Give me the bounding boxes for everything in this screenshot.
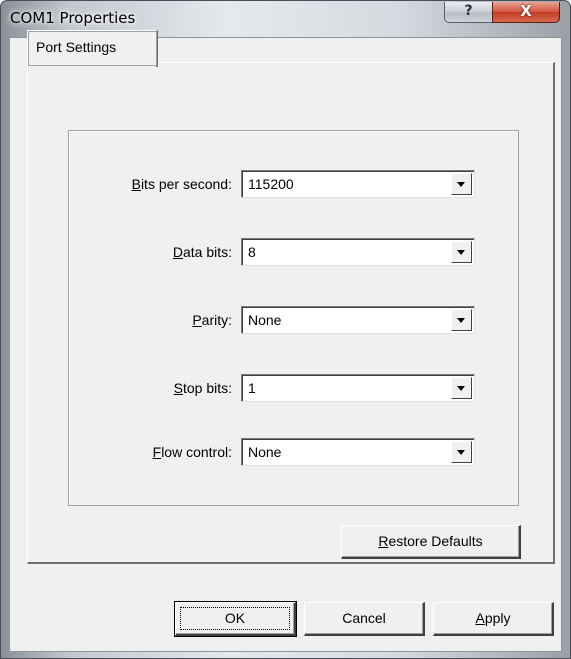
stop-bits-select[interactable]: 1	[241, 374, 475, 402]
dropdown-arrow-icon[interactable]	[451, 241, 472, 263]
flow-control-select[interactable]: None	[241, 438, 475, 466]
restore-defaults-button[interactable]: Restore Defaults	[341, 525, 521, 559]
combo-value: None	[248, 312, 282, 328]
dropdown-arrow-icon[interactable]	[451, 173, 472, 195]
parity-label: Parity:	[192, 312, 232, 328]
parity-select[interactable]: None	[241, 306, 475, 334]
help-button[interactable]: ?	[444, 2, 493, 23]
bits-per-second-select[interactable]: 115200	[241, 170, 475, 198]
combo-value: 1	[248, 380, 256, 396]
tab-label: Port Settings	[36, 39, 117, 55]
stop-bits-label: Stop bits:	[173, 380, 232, 396]
ok-button[interactable]: OK	[174, 601, 297, 637]
dropdown-arrow-icon[interactable]	[451, 309, 472, 331]
combo-value: 115200	[248, 176, 294, 192]
focus-rectangle	[180, 607, 290, 630]
window-title: COM1 Properties	[10, 9, 136, 27]
flow-control-label: Flow control:	[152, 444, 232, 460]
apply-button[interactable]: Apply	[433, 602, 554, 636]
data-bits-label: Data bits:	[172, 244, 232, 260]
tab-port-settings[interactable]: Port Settings	[27, 30, 158, 67]
data-bits-select[interactable]: 8	[241, 238, 475, 266]
cancel-button[interactable]: Cancel	[304, 602, 425, 636]
close-button[interactable]: X	[492, 2, 560, 23]
bits-per-second-label: Bits per second:	[131, 176, 232, 192]
combo-value: 8	[248, 244, 256, 260]
dropdown-arrow-icon[interactable]	[451, 377, 472, 399]
combo-value: None	[248, 444, 282, 460]
dropdown-arrow-icon[interactable]	[451, 441, 472, 463]
